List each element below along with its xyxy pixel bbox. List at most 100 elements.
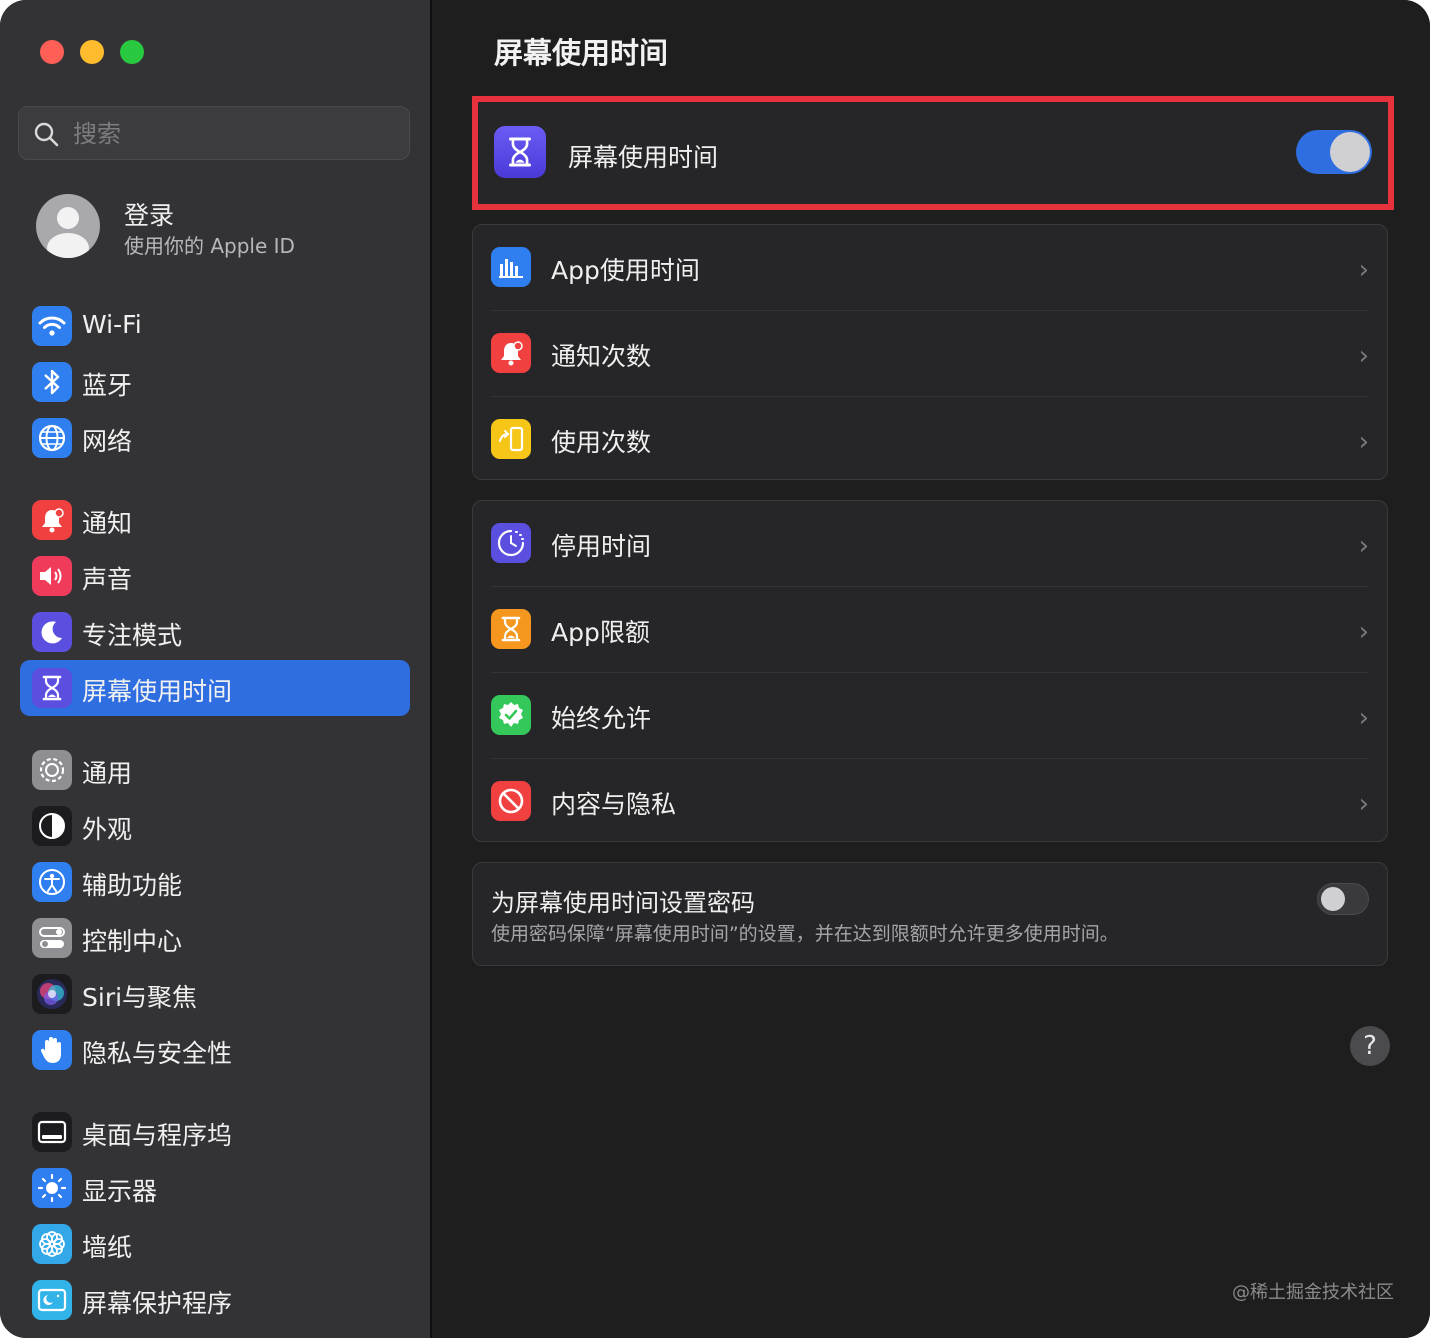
pickups-label: 使用次数 bbox=[551, 428, 652, 457]
sidebar-item-network[interactable]: 网络 bbox=[20, 410, 410, 466]
sidebar-item-appearance[interactable]: 外观 bbox=[20, 798, 410, 854]
sidebar-item-wallpaper[interactable]: 墙纸 bbox=[20, 1216, 410, 1272]
gear-icon bbox=[32, 750, 72, 790]
sidebar-item-wifi[interactable]: Wi-Fi bbox=[20, 298, 410, 354]
toggle-knob bbox=[1321, 887, 1345, 911]
chevron-right-icon: › bbox=[1358, 255, 1369, 285]
toggles-icon bbox=[32, 918, 72, 958]
screen-time-toggle-row: 屏幕使用时间 bbox=[472, 96, 1394, 210]
avatar bbox=[36, 194, 100, 258]
sidebar-item-label: 墙纸 bbox=[82, 1233, 133, 1262]
sidebar-item-privacy[interactable]: 隐私与安全性 bbox=[20, 1022, 410, 1078]
sidebar-item-label: 蓝牙 bbox=[82, 371, 133, 400]
watermark: @稀土掘金技术社区 bbox=[1232, 1282, 1394, 1303]
passcode-title: 为屏幕使用时间设置密码 bbox=[491, 889, 755, 917]
chart-bars-icon bbox=[491, 247, 531, 287]
appearance-icon bbox=[32, 806, 72, 846]
sidebar-item-label: 声音 bbox=[82, 565, 133, 594]
limits-group: 停用时间 › App限额 › 始终允许 › 内容与隐私 › bbox=[472, 500, 1388, 842]
sidebar-item-label: Siri与聚焦 bbox=[82, 983, 198, 1012]
sidebar-item-bluetooth[interactable]: 蓝牙 bbox=[20, 354, 410, 410]
sidebar-item-label: 网络 bbox=[82, 427, 133, 456]
hourglass-icon bbox=[491, 609, 531, 649]
main-pane: 屏幕使用时间 屏幕使用时间 App使用时间 › 通知次数 › 使用次数 › 停用… bbox=[432, 0, 1430, 1338]
sidebar-item-label: 专注模式 bbox=[82, 621, 183, 650]
search-field[interactable] bbox=[18, 106, 410, 160]
pickup-icon bbox=[491, 419, 531, 459]
chevron-right-icon: › bbox=[1358, 427, 1369, 457]
sidebar-item-desktop-dock[interactable]: 桌面与程序坞 bbox=[20, 1104, 410, 1160]
sidebar-item-displays[interactable]: 显示器 bbox=[20, 1160, 410, 1216]
sidebar-item-accessibility[interactable]: 辅助功能 bbox=[20, 854, 410, 910]
sidebar-item-focus[interactable]: 专注模式 bbox=[20, 604, 410, 660]
content-privacy-row[interactable]: 内容与隐私 › bbox=[473, 759, 1387, 845]
notifications-row[interactable]: 通知次数 › bbox=[473, 311, 1387, 397]
wifi-icon bbox=[32, 306, 72, 346]
always-allowed-row[interactable]: 始终允许 › bbox=[473, 673, 1387, 759]
sidebar-item-screen-time[interactable]: 屏幕使用时间 bbox=[20, 660, 410, 716]
downtime-icon bbox=[491, 523, 531, 563]
zoom-button[interactable] bbox=[120, 40, 144, 64]
chevron-right-icon: › bbox=[1358, 341, 1369, 371]
account-name: 登录 bbox=[124, 201, 175, 230]
sidebar-item-label: 通知 bbox=[82, 509, 133, 538]
chevron-right-icon: › bbox=[1358, 617, 1369, 647]
sidebar-item-general[interactable]: 通用 bbox=[20, 742, 410, 798]
search-input[interactable] bbox=[71, 115, 395, 153]
page-title: 屏幕使用时间 bbox=[494, 36, 669, 70]
sun-icon bbox=[32, 1168, 72, 1208]
hourglass-icon bbox=[32, 668, 72, 708]
sidebar-item-label: 屏幕使用时间 bbox=[82, 677, 233, 706]
hand-icon bbox=[32, 1030, 72, 1070]
app-usage-row[interactable]: App使用时间 › bbox=[473, 225, 1387, 311]
usage-group: App使用时间 › 通知次数 › 使用次数 › bbox=[472, 224, 1388, 480]
passcode-card: 为屏幕使用时间设置密码 使用密码保障“屏幕使用时间”的设置，并在达到限额时允许更… bbox=[472, 862, 1388, 966]
toggle-knob bbox=[1330, 132, 1370, 172]
sidebar-item-sound[interactable]: 声音 bbox=[20, 548, 410, 604]
sidebar-item-control-center[interactable]: 控制中心 bbox=[20, 910, 410, 966]
sidebar-item-screensaver[interactable]: 屏幕保护程序 bbox=[20, 1272, 410, 1328]
sidebar-item-label: Wi-Fi bbox=[82, 310, 142, 339]
minimize-button[interactable] bbox=[80, 40, 104, 64]
sidebar-item-label: 隐私与安全性 bbox=[82, 1039, 233, 1068]
sidebar-item-label: 桌面与程序坞 bbox=[82, 1121, 233, 1150]
apple-id-account[interactable]: 登录 使用你的 Apple ID bbox=[36, 194, 406, 262]
sidebar-item-siri[interactable]: Siri与聚焦 bbox=[20, 966, 410, 1022]
siri-icon bbox=[32, 974, 72, 1014]
help-button[interactable]: ? bbox=[1350, 1026, 1390, 1066]
search-icon bbox=[34, 122, 59, 147]
speaker-icon bbox=[32, 556, 72, 596]
sidebar-item-label: 屏幕保护程序 bbox=[82, 1289, 233, 1318]
chevron-right-icon: › bbox=[1358, 531, 1369, 561]
chevron-right-icon: › bbox=[1358, 703, 1369, 733]
bell-icon bbox=[32, 500, 72, 540]
no-entry-icon bbox=[491, 781, 531, 821]
screensaver-icon bbox=[32, 1280, 72, 1320]
close-button[interactable] bbox=[40, 40, 64, 64]
accessibility-icon bbox=[32, 862, 72, 902]
sidebar-item-notifications[interactable]: 通知 bbox=[20, 492, 410, 548]
dock-icon bbox=[32, 1112, 72, 1152]
pickups-row[interactable]: 使用次数 › bbox=[473, 397, 1387, 483]
sidebar-item-label: 控制中心 bbox=[82, 927, 183, 956]
bell-icon bbox=[491, 333, 531, 373]
passcode-description: 使用密码保障“屏幕使用时间”的设置，并在达到限额时允许更多使用时间。 bbox=[491, 923, 1119, 945]
flower-icon bbox=[32, 1224, 72, 1264]
screen-time-toggle[interactable] bbox=[1296, 130, 1372, 174]
notifications-label: 通知次数 bbox=[551, 342, 652, 371]
app-limits-row[interactable]: App限额 › bbox=[473, 587, 1387, 673]
checkmark-seal-icon bbox=[491, 695, 531, 735]
sidebar: 登录 使用你的 Apple ID Wi-Fi 蓝牙 网络 通知 bbox=[0, 0, 432, 1338]
screen-time-label: 屏幕使用时间 bbox=[568, 143, 719, 172]
sidebar-item-label: 辅助功能 bbox=[82, 871, 183, 900]
downtime-row[interactable]: 停用时间 › bbox=[473, 501, 1387, 587]
sidebar-item-label: 通用 bbox=[82, 759, 133, 788]
app-usage-label: App使用时间 bbox=[551, 256, 700, 285]
passcode-toggle[interactable] bbox=[1317, 883, 1369, 915]
app-limits-label: App限额 bbox=[551, 618, 650, 647]
hourglass-icon bbox=[494, 126, 546, 178]
content-privacy-label: 内容与隐私 bbox=[551, 790, 677, 819]
sidebar-item-label: 显示器 bbox=[82, 1177, 158, 1206]
account-subtitle: 使用你的 Apple ID bbox=[124, 234, 295, 258]
always-allowed-label: 始终允许 bbox=[551, 704, 652, 733]
